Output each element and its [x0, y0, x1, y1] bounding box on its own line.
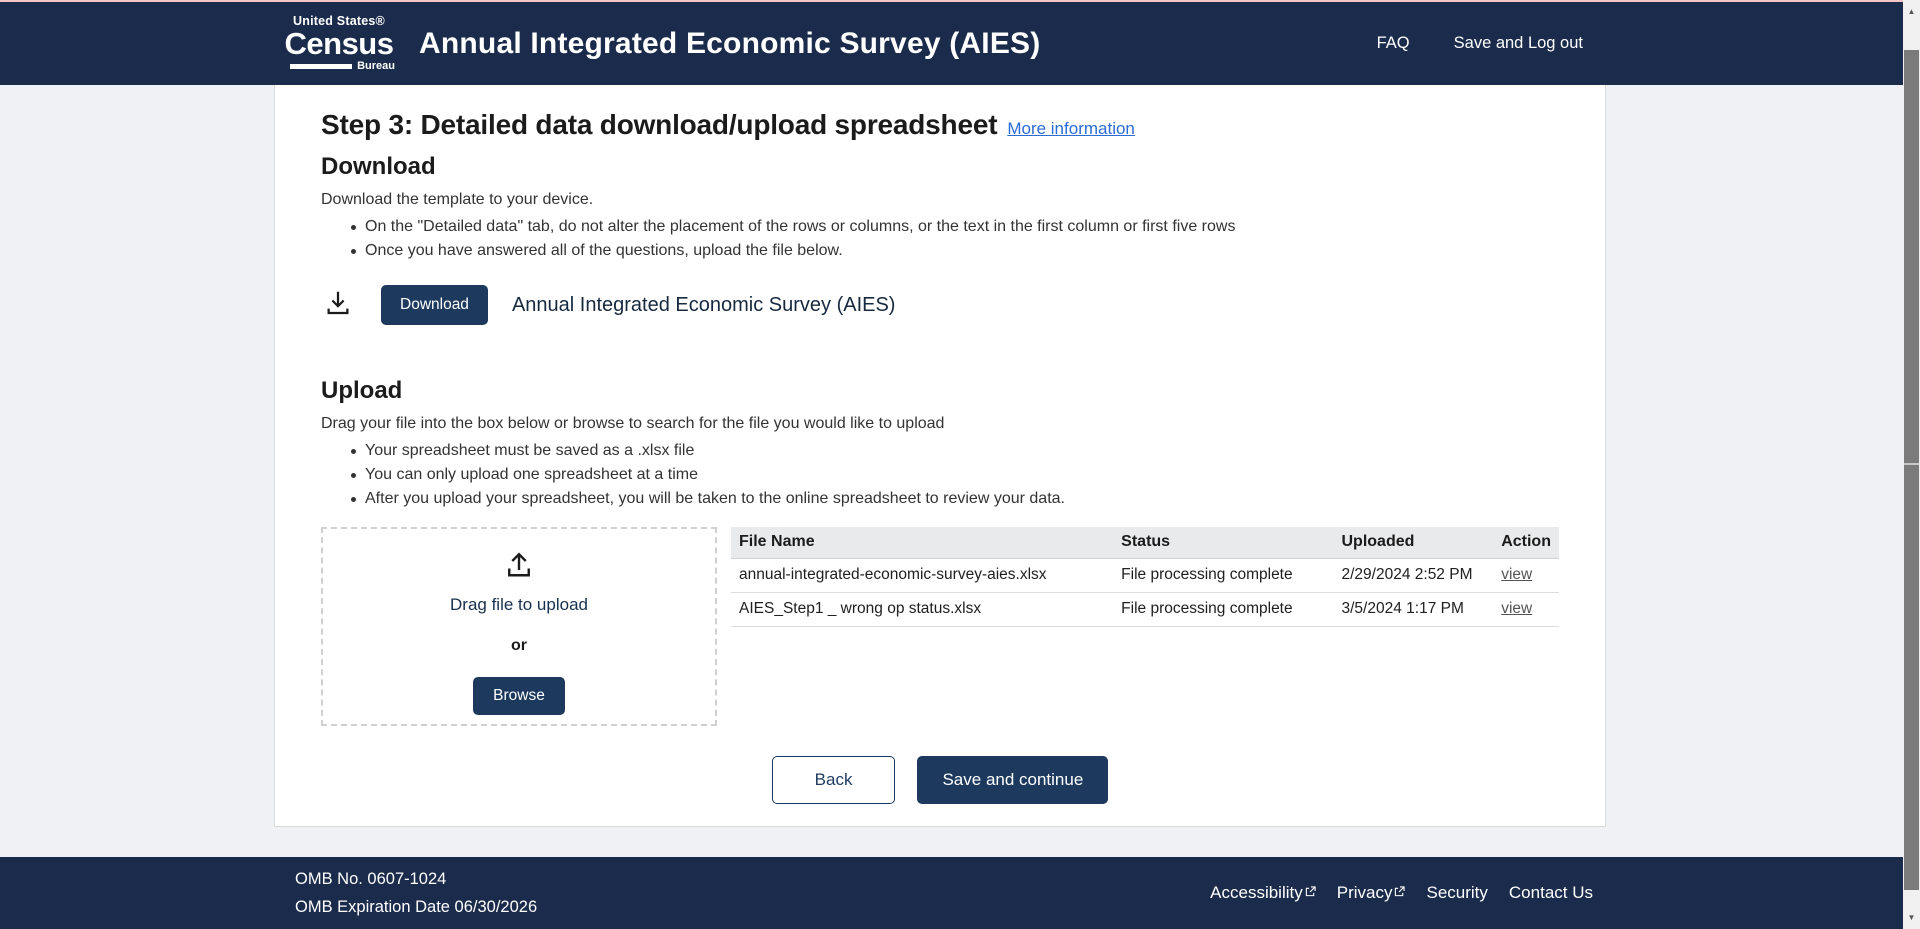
download-icon [323, 288, 353, 323]
table-header-row: File Name Status Uploaded Action [731, 527, 1559, 558]
action-cell: view [1493, 592, 1559, 626]
back-button[interactable]: Back [772, 756, 896, 804]
accessibility-link-label: Accessibility [1210, 883, 1303, 903]
action-cell: view [1493, 558, 1559, 592]
census-bureau-logo[interactable]: United States® Census Bureau [283, 15, 395, 73]
page-title: Annual Integrated Economic Survey (AIES) [419, 27, 1040, 61]
security-link[interactable]: Security [1426, 883, 1487, 903]
file-name-cell: AIES_Step1 _ wrong op status.xlsx [731, 592, 1113, 626]
download-row: Download Annual Integrated Economic Surv… [323, 285, 1559, 325]
save-and-logout-link[interactable]: Save and Log out [1454, 34, 1583, 53]
faq-link[interactable]: FAQ [1377, 34, 1410, 53]
omb-info: OMB No. 0607-1024 OMB Expiration Date 06… [295, 865, 537, 921]
privacy-link[interactable]: Privacy [1337, 883, 1406, 903]
upload-area: Drag file to upload or Browse File Name … [321, 527, 1559, 726]
step-card: Step 3: Detailed data download/upload sp… [274, 85, 1606, 827]
table-row: annual-integrated-economic-survey-aies.x… [731, 558, 1559, 592]
view-file-link[interactable]: view [1501, 600, 1532, 617]
step-heading-row: Step 3: Detailed data download/upload sp… [321, 109, 1559, 141]
uploaded-cell: 2/29/2024 2:52 PM [1334, 558, 1494, 592]
omb-number: OMB No. 0607-1024 [295, 865, 537, 893]
download-intro: Download the template to your device. [321, 191, 1559, 209]
contact-us-link[interactable]: Contact Us [1509, 883, 1593, 903]
logo-bureau: Bureau [357, 61, 395, 72]
privacy-link-label: Privacy [1337, 883, 1393, 903]
file-dropzone[interactable]: Drag file to upload or Browse [321, 527, 717, 726]
upload-bullet: Your spreadsheet must be saved as a .xls… [351, 439, 1559, 463]
file-name-cell: annual-integrated-economic-survey-aies.x… [731, 558, 1113, 592]
accessibility-link[interactable]: Accessibility [1210, 883, 1316, 903]
view-file-link[interactable]: view [1501, 566, 1532, 583]
download-file-label: Annual Integrated Economic Survey (AIES) [512, 294, 896, 317]
scroll-down-arrow[interactable]: ▼ [1903, 909, 1920, 926]
scroll-thumb[interactable] [1904, 50, 1919, 890]
step-heading: Step 3: Detailed data download/upload sp… [321, 109, 997, 141]
or-label: or [511, 637, 527, 655]
upload-bullet: After you upload your spreadsheet, you w… [351, 487, 1559, 511]
save-and-continue-button[interactable]: Save and continue [917, 756, 1108, 804]
column-header-file-name: File Name [731, 527, 1113, 558]
table-row: AIES_Step1 _ wrong op status.xlsx File p… [731, 592, 1559, 626]
omb-expiration: OMB Expiration Date 06/30/2026 [295, 893, 537, 921]
column-header-status: Status [1113, 527, 1333, 558]
download-bullet-list: On the "Detailed data" tab, do not alter… [351, 215, 1559, 263]
uploaded-cell: 3/5/2024 1:17 PM [1334, 592, 1494, 626]
scroll-up-arrow[interactable]: ▲ [1903, 3, 1920, 20]
status-cell: File processing complete [1113, 558, 1333, 592]
download-heading: Download [321, 153, 1559, 181]
security-link-label: Security [1426, 883, 1487, 903]
uploaded-files-table-wrap: File Name Status Uploaded Action annual-… [731, 527, 1559, 726]
more-information-link[interactable]: More information [1007, 119, 1135, 139]
logo-underline-bar [290, 64, 352, 69]
header-links: FAQ Save and Log out [1377, 34, 1583, 53]
app-footer: OMB No. 0607-1024 OMB Expiration Date 06… [0, 857, 1903, 929]
uploaded-files-table: File Name Status Uploaded Action annual-… [731, 527, 1559, 627]
vertical-scrollbar[interactable]: ▲ ▼ [1903, 0, 1920, 929]
page-background: Step 3: Detailed data download/upload sp… [0, 85, 1903, 857]
column-header-uploaded: Uploaded [1334, 527, 1494, 558]
header-left: United States® Census Bureau Annual Inte… [283, 15, 1377, 73]
upload-intro: Drag your file into the box below or bro… [321, 415, 1559, 433]
form-actions: Back Save and continue [321, 756, 1559, 804]
scroll-thumb-seam [1904, 463, 1919, 465]
upload-icon [501, 549, 537, 590]
column-header-action: Action [1493, 527, 1559, 558]
upload-bullet: You can only upload one spreadsheet at a… [351, 463, 1559, 487]
logo-census: Census [283, 28, 395, 59]
app-header: United States® Census Bureau Annual Inte… [0, 2, 1903, 85]
footer-links: Accessibility Privacy Security Contact U… [1210, 883, 1593, 903]
status-cell: File processing complete [1113, 592, 1333, 626]
top-edge-line [0, 0, 1920, 2]
browse-button[interactable]: Browse [473, 677, 565, 715]
external-link-icon [1305, 882, 1316, 902]
download-button[interactable]: Download [381, 285, 488, 325]
contact-us-link-label: Contact Us [1509, 883, 1593, 903]
drag-file-label: Drag file to upload [450, 595, 588, 615]
download-bullet: On the "Detailed data" tab, do not alter… [351, 215, 1559, 239]
logo-bureau-row: Bureau [283, 61, 395, 72]
download-bullet: Once you have answered all of the questi… [351, 239, 1559, 263]
upload-heading: Upload [321, 377, 1559, 405]
external-link-icon [1394, 882, 1405, 902]
upload-bullet-list: Your spreadsheet must be saved as a .xls… [351, 439, 1559, 511]
